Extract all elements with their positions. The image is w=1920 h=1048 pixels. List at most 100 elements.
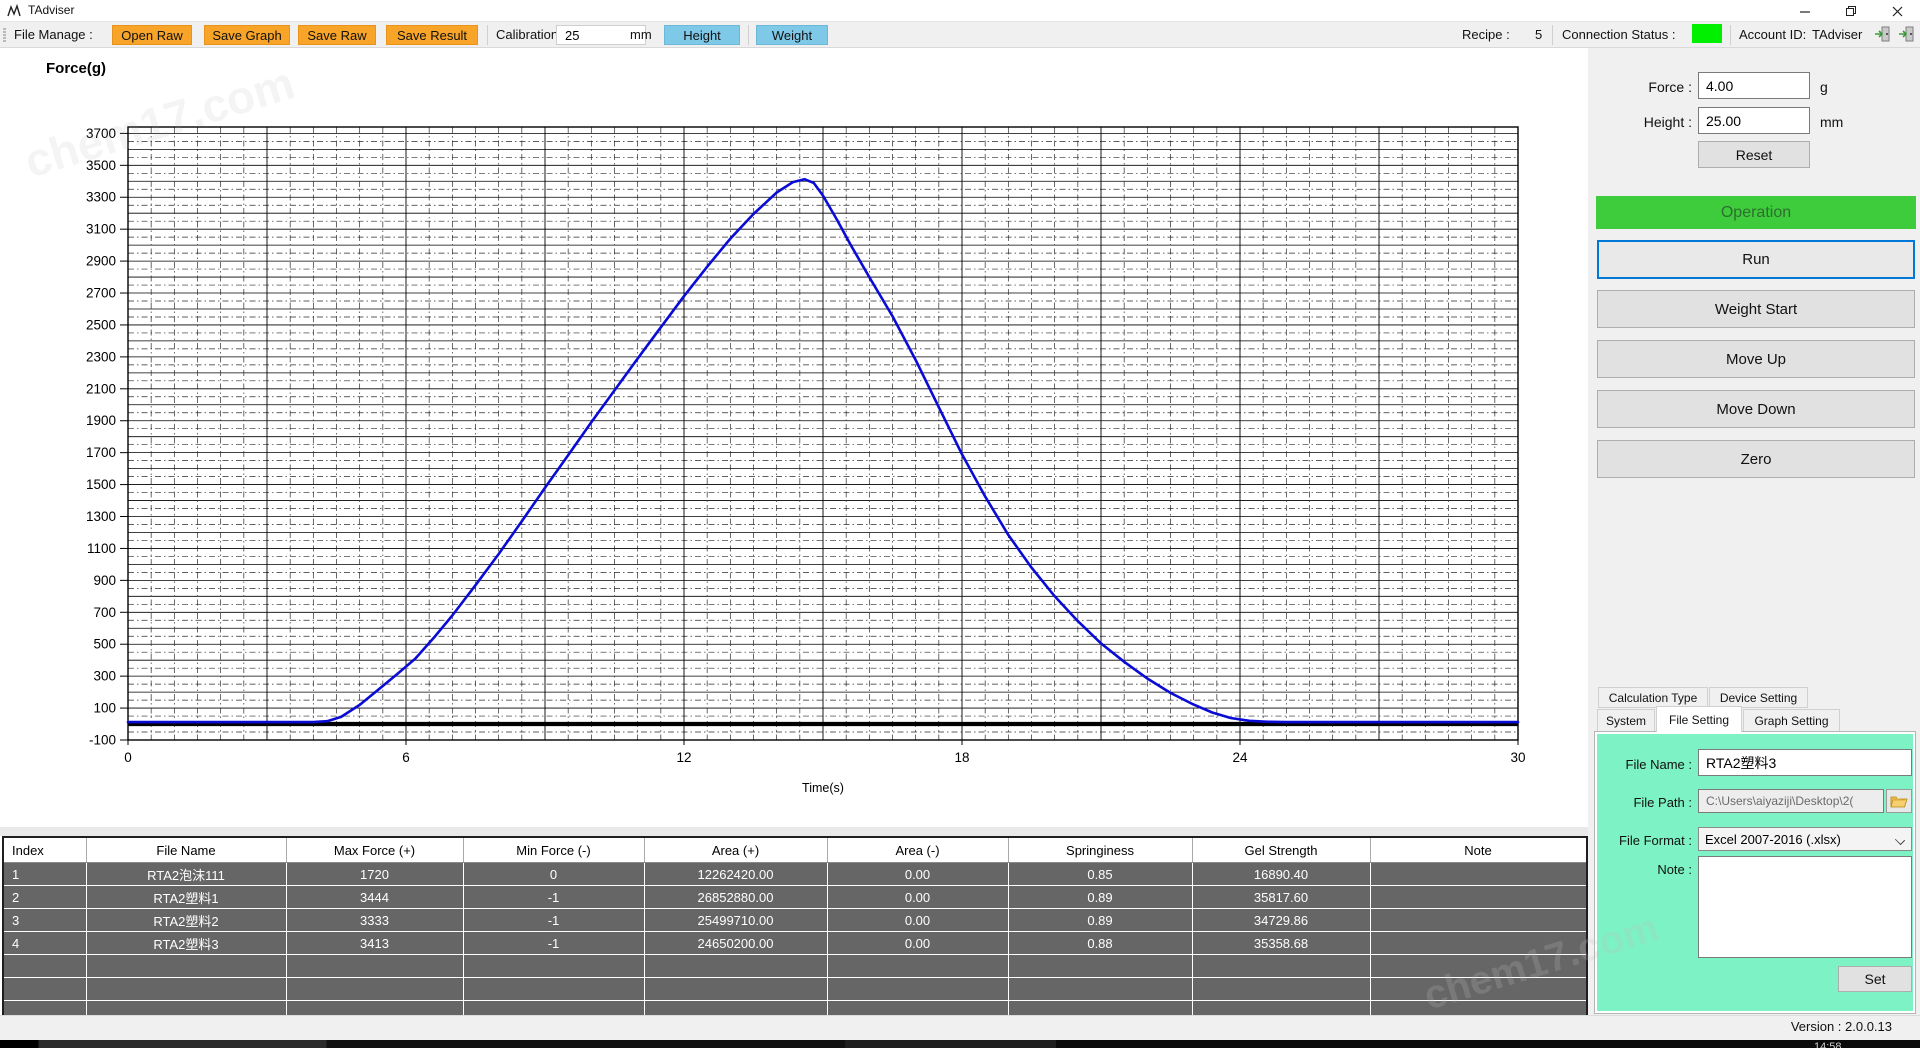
table-cell: 0.89: [1008, 909, 1192, 932]
toolbar-separator: [748, 25, 749, 45]
x-tick-label: 0: [124, 750, 132, 765]
move-down-button[interactable]: Move Down: [1597, 390, 1915, 428]
height-unit-label: mm: [1820, 114, 1843, 130]
file-path-input[interactable]: [1698, 789, 1884, 813]
x-tick-label: 24: [1232, 750, 1248, 765]
chevron-down-icon: [1895, 835, 1905, 845]
tab-device-setting[interactable]: Device Setting: [1709, 687, 1808, 708]
y-tick-label: 1900: [86, 413, 116, 428]
table-row[interactable]: 1RTA2泡沫1111720012262420.000.000.8516890.…: [4, 863, 1586, 886]
table-cell: [644, 978, 827, 1001]
taskbar-clock: 14:58: [1814, 1041, 1842, 1048]
table-cell: 1: [4, 863, 86, 886]
column-header[interactable]: Gel Strength: [1192, 838, 1370, 863]
file-name-input[interactable]: [1698, 749, 1912, 776]
reset-button[interactable]: Reset: [1698, 141, 1810, 168]
table-cell: 0.89: [1008, 886, 1192, 909]
save-graph-button[interactable]: Save Graph: [204, 25, 290, 45]
app-logo-icon: [7, 4, 22, 19]
table-cell: 3413: [286, 932, 463, 955]
login-icon[interactable]: [1874, 26, 1891, 42]
column-header[interactable]: Max Force (+): [286, 838, 463, 863]
table-cell: 35817.60: [1192, 886, 1370, 909]
save-raw-button[interactable]: Save Raw: [298, 25, 376, 45]
table-cell: 16890.40: [1192, 863, 1370, 886]
chart-y-axis-title: Force(g): [46, 60, 106, 77]
file-format-label: File Format :: [1600, 833, 1692, 848]
x-tick-label: 18: [954, 750, 969, 765]
force-unit-label: g: [1820, 79, 1828, 95]
save-result-button[interactable]: Save Result: [386, 25, 478, 45]
minimize-button[interactable]: [1782, 0, 1828, 22]
move-up-button[interactable]: Move Up: [1597, 340, 1915, 378]
set-button[interactable]: Set: [1838, 966, 1912, 992]
tab-graph-setting[interactable]: Graph Setting: [1743, 709, 1840, 732]
table-row[interactable]: [4, 1001, 1586, 1016]
table-cell: [1192, 978, 1370, 1001]
run-button[interactable]: Run: [1597, 240, 1915, 279]
restore-icon: [1845, 5, 1857, 17]
toolbar-separator: [487, 25, 488, 45]
table-cell: 35358.68: [1192, 932, 1370, 955]
table-cell: RTA2塑料3: [86, 932, 286, 955]
column-header[interactable]: Area (+): [644, 838, 827, 863]
toolbar: File Manage : Open Raw Save Graph Save R…: [0, 22, 1920, 48]
column-header[interactable]: File Name: [86, 838, 286, 863]
height-mode-button[interactable]: Height: [664, 25, 740, 45]
column-header[interactable]: Area (-): [827, 838, 1008, 863]
browse-folder-button[interactable]: [1886, 789, 1912, 813]
logout-icon[interactable]: [1898, 26, 1915, 42]
operation-banner: Operation: [1596, 196, 1916, 229]
open-raw-button[interactable]: Open Raw: [112, 25, 192, 45]
x-axis-title: Time(s): [802, 781, 844, 795]
table-cell: 0.00: [827, 932, 1008, 955]
table-cell: RTA2塑料1: [86, 886, 286, 909]
note-textarea[interactable]: [1698, 856, 1912, 958]
force-input[interactable]: [1698, 72, 1810, 99]
table-cell: 0.85: [1008, 863, 1192, 886]
table-cell: [4, 1001, 86, 1016]
tab-system[interactable]: System: [1597, 709, 1655, 732]
table-cell: 3444: [286, 886, 463, 909]
force-label: Force :: [1592, 79, 1692, 95]
table-cell: RTA2泡沫111: [86, 863, 286, 886]
table-cell: -1: [463, 886, 644, 909]
weight-mode-button[interactable]: Weight: [756, 25, 828, 45]
table-cell: [1008, 955, 1192, 978]
y-tick-label: 2300: [86, 349, 116, 364]
account-id-value: TAdviser: [1812, 27, 1862, 42]
tab-calculation-type[interactable]: Calculation Type: [1598, 687, 1708, 708]
y-tick-label: 2500: [86, 317, 116, 332]
close-button[interactable]: [1874, 0, 1920, 22]
y-tick-label: 2100: [86, 381, 116, 396]
column-header[interactable]: Note: [1370, 838, 1586, 863]
table-row[interactable]: [4, 978, 1586, 1001]
zero-button[interactable]: Zero: [1597, 440, 1915, 478]
table-row[interactable]: 4RTA2塑料33413-124650200.000.000.8835358.6…: [4, 932, 1586, 955]
weight-start-button[interactable]: Weight Start: [1597, 290, 1915, 328]
column-header[interactable]: Min Force (-): [463, 838, 644, 863]
results-table: IndexFile NameMax Force (+)Min Force (-)…: [4, 838, 1587, 1015]
force-time-chart: -100100300500700900110013001500170019002…: [0, 0, 1590, 830]
account-id-label: Account ID:: [1739, 27, 1806, 42]
restore-button[interactable]: [1828, 0, 1874, 22]
column-header[interactable]: Springiness: [1008, 838, 1192, 863]
table-cell: [1370, 886, 1586, 909]
table-cell: [827, 978, 1008, 1001]
file-format-select[interactable]: Excel 2007-2016 (.xlsx): [1698, 827, 1912, 851]
results-table-container[interactable]: IndexFile NameMax Force (+)Min Force (-)…: [2, 836, 1588, 1015]
y-tick-label: 1700: [86, 445, 116, 460]
table-cell: [86, 1001, 286, 1016]
table-cell: [463, 1001, 644, 1016]
table-row[interactable]: 3RTA2塑料23333-125499710.000.000.8934729.8…: [4, 909, 1586, 932]
height-input[interactable]: [1698, 107, 1810, 134]
tab-file-setting[interactable]: File Setting: [1656, 706, 1742, 732]
table-row[interactable]: [4, 955, 1586, 978]
windows-taskbar[interactable]: 14:58: [0, 1040, 1920, 1048]
column-header[interactable]: Index: [4, 838, 86, 863]
close-icon: [1892, 6, 1903, 17]
table-cell: 4: [4, 932, 86, 955]
table-row[interactable]: 2RTA2塑料13444-126852880.000.000.8935817.6…: [4, 886, 1586, 909]
table-cell: [1370, 863, 1586, 886]
minimize-icon: [1800, 6, 1811, 17]
